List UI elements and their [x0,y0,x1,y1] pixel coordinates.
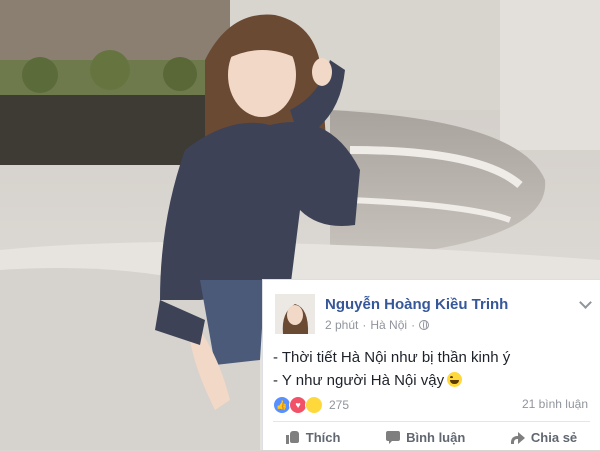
post-line: - Thời tiết Hà Nội như bị thần kinh ý [273,349,511,366]
chevron-down-icon[interactable] [579,296,592,309]
haha-icon [305,396,323,414]
share-icon [510,430,525,444]
share-label: Chia sẻ [530,429,578,445]
thumbs-up-icon [285,430,300,444]
action-bar: Thích Bình luận Chia sẻ [263,423,600,451]
comment-count[interactable]: 21 bình luận [522,397,588,411]
post-meta: 2 phút · Hà Nội · [325,318,430,332]
meta-separator: · [362,318,367,332]
post-text: - Thời tiết Hà Nội như bị thần kinh ý - … [273,346,510,392]
laughing-emoji-icon [447,372,463,387]
reaction-count: 275 [329,398,350,412]
divider [273,421,590,422]
like-label: Thích [305,429,341,445]
facebook-post-card: Nguyễn Hoàng Kiều Trinh 2 phút · Hà Nội … [262,279,600,450]
post-time[interactable]: 2 phút [325,318,358,332]
comment-icon [386,430,401,444]
comment-button[interactable]: Bình luận [386,430,465,445]
like-button[interactable]: Thích [285,429,341,445]
share-button[interactable]: Chia sẻ [510,429,578,445]
meta-separator: · [411,318,416,332]
comment-label: Bình luận [406,429,466,445]
post-location[interactable]: Hà Nội [370,318,407,332]
post-line-2: - Y như người Hà Nội vậy [273,369,510,392]
reactions-summary[interactable]: 👍 ♥ 275 [273,396,349,414]
globe-icon[interactable] [419,320,430,330]
avatar[interactable] [275,294,315,334]
author-name[interactable]: Nguyễn Hoàng Kiều Trinh [325,296,508,313]
